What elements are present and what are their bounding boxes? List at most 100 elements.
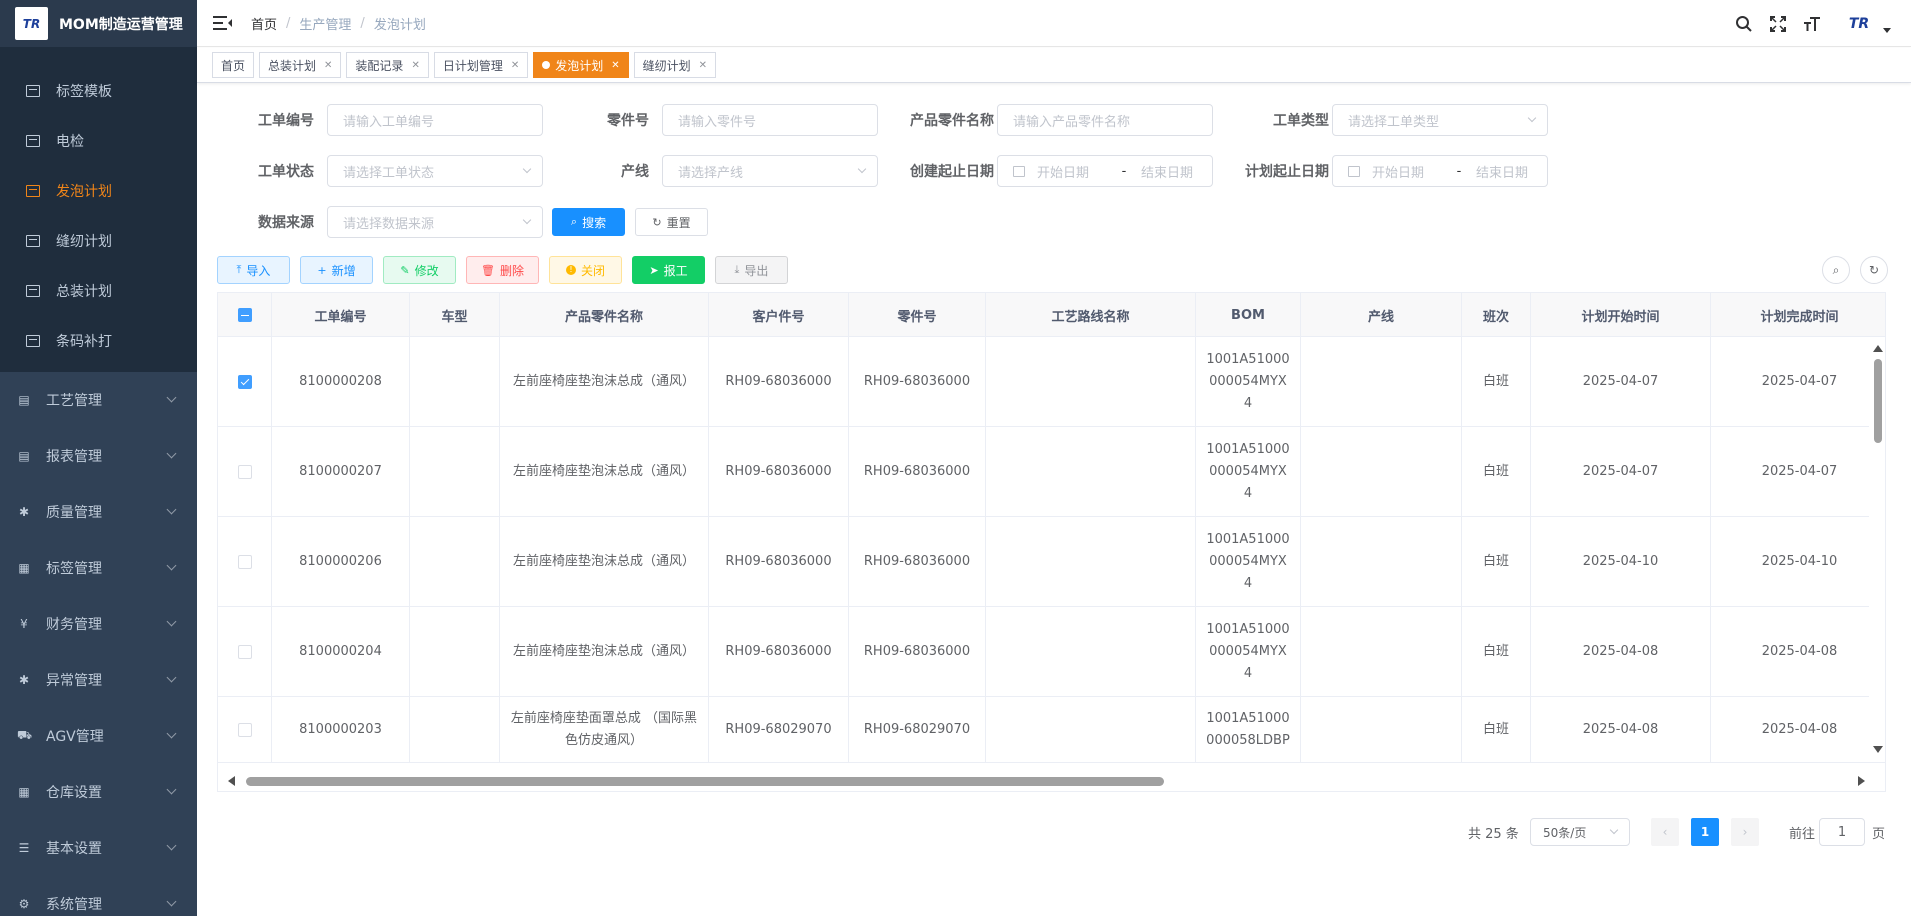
column-header[interactable]: 班次 bbox=[1462, 293, 1531, 337]
toggle-search-icon[interactable]: ⌕ bbox=[1822, 256, 1850, 284]
delete-button[interactable]: 🗑 删除 bbox=[466, 256, 539, 284]
part-name-input[interactable]: 请输入产品零件名称 bbox=[997, 104, 1213, 136]
order-status-select[interactable]: 请选择工单状态 bbox=[327, 155, 543, 187]
add-button[interactable]: + 新增 bbox=[300, 256, 373, 284]
close-icon[interactable]: ✕ bbox=[324, 60, 332, 71]
table-row[interactable]: 8100000208 左前座椅座垫泡沫总成（通风） RH09-68036000 RH0… bbox=[218, 337, 1885, 427]
menu-item[interactable]: ▦ 仓库设置 bbox=[0, 764, 197, 820]
page-number-1[interactable]: 1 bbox=[1691, 818, 1719, 846]
cell-text: 白班 bbox=[1482, 463, 1509, 479]
caret-down-icon[interactable] bbox=[1883, 28, 1891, 33]
submenu-item[interactable]: 标签模板 bbox=[0, 66, 197, 116]
goto-page-input[interactable]: 1 bbox=[1819, 818, 1865, 846]
submenu-item[interactable]: 发泡计划 bbox=[0, 166, 197, 216]
close-icon[interactable]: ✕ bbox=[611, 60, 619, 71]
row-checkbox[interactable] bbox=[237, 722, 252, 737]
cell-part-name: 左前座椅座垫泡沫总成（通风） bbox=[500, 607, 709, 696]
column-header[interactable]: 工艺路线名称 bbox=[986, 293, 1196, 337]
tab[interactable]: 装配记录 ✕ bbox=[346, 52, 429, 78]
app-title: MOM制造运营管理 bbox=[59, 16, 183, 33]
scroll-up-icon[interactable] bbox=[1873, 345, 1883, 352]
close-icon[interactable]: ✕ bbox=[699, 60, 707, 71]
column-header[interactable]: 零件号 bbox=[849, 293, 986, 337]
menu-item[interactable]: ▤ 工艺管理 bbox=[0, 372, 197, 428]
row-checkbox[interactable] bbox=[237, 374, 252, 389]
plan-date-range[interactable]: 开始日期 - 结束日期 bbox=[1332, 155, 1548, 187]
column-header[interactable]: BOM bbox=[1196, 293, 1301, 337]
plan-start-date[interactable]: 开始日期 bbox=[1372, 162, 1450, 181]
submenu-item[interactable]: 条码补打 bbox=[0, 316, 197, 366]
select-all-checkbox[interactable] bbox=[237, 308, 252, 322]
close-icon[interactable]: ✕ bbox=[511, 60, 519, 71]
column-header[interactable]: 车型 bbox=[410, 293, 500, 337]
cell-line bbox=[1301, 337, 1462, 426]
vertical-scrollbar[interactable] bbox=[1869, 337, 1885, 757]
column-header[interactable]: 计划完成时间 bbox=[1711, 293, 1885, 337]
order-type-select[interactable]: 请选择工单类型 bbox=[1332, 104, 1548, 136]
scroll-left-icon[interactable] bbox=[228, 776, 235, 786]
scroll-thumb[interactable] bbox=[246, 777, 1164, 786]
prev-page-button[interactable]: ‹ bbox=[1651, 818, 1679, 846]
order-no-input[interactable]: 请输入工单编号 bbox=[327, 104, 543, 136]
menu-item[interactable]: ▦ 标签管理 bbox=[0, 540, 197, 596]
export-button[interactable]: ⤓ 导出 bbox=[715, 256, 788, 284]
source-select[interactable]: 请选择数据来源 bbox=[327, 206, 543, 238]
tab[interactable]: 首页 bbox=[212, 52, 255, 78]
menu-toggle-icon[interactable] bbox=[213, 16, 232, 30]
row-checkbox[interactable] bbox=[237, 464, 252, 479]
row-checkbox[interactable] bbox=[237, 644, 252, 659]
avatar[interactable]: TR bbox=[1839, 9, 1879, 39]
search-button[interactable]: ⌕ 搜索 bbox=[552, 208, 625, 236]
table-row[interactable]: 8100000207 左前座椅座垫泡沫总成（通风） RH09-68036000 RH0… bbox=[218, 427, 1885, 517]
menu-item[interactable]: ¥ 财务管理 bbox=[0, 596, 197, 652]
table-row[interactable]: 8100000203 左前座椅座垫面罩总成 （国际黑色仿皮通风） RH09-6802… bbox=[218, 697, 1885, 763]
create-end-date[interactable]: 结束日期 bbox=[1141, 162, 1193, 181]
main-content: 工单编号 请输入工单编号 零件号 请输入零件号 产品零件名称 请输入产品零件名称… bbox=[197, 84, 1911, 916]
breadcrumb-home[interactable]: 首页 bbox=[251, 14, 277, 33]
edit-button[interactable]: ✎ 修改 bbox=[383, 256, 456, 284]
next-page-button[interactable]: › bbox=[1731, 818, 1759, 846]
plan-end-date[interactable]: 结束日期 bbox=[1476, 162, 1528, 181]
column-header[interactable]: 计划开始时间 bbox=[1531, 293, 1711, 337]
create-start-date[interactable]: 开始日期 bbox=[1037, 162, 1115, 181]
column-header[interactable]: 产线 bbox=[1301, 293, 1462, 337]
table-row[interactable]: 8100000206 左前座椅座垫泡沫总成（通风） RH09-68036000 RH0… bbox=[218, 517, 1885, 607]
scroll-thumb[interactable] bbox=[1874, 359, 1882, 443]
tab-label: 总装计划 bbox=[268, 58, 317, 73]
column-header[interactable]: 工单编号 bbox=[272, 293, 410, 337]
tab[interactable]: 总装计划 ✕ bbox=[259, 52, 342, 78]
page-size-select[interactable]: 50条/页 bbox=[1530, 818, 1630, 846]
tab[interactable]: 日计划管理 ✕ bbox=[433, 52, 529, 78]
table-row[interactable]: 8100000204 左前座椅座垫泡沫总成（通风） RH09-68036000 RH0… bbox=[218, 607, 1885, 697]
menu-item[interactable]: ✱ 质量管理 bbox=[0, 484, 197, 540]
submenu-item[interactable]: 缝纫计划 bbox=[0, 216, 197, 266]
column-header[interactable]: 客户件号 bbox=[709, 293, 849, 337]
import-button[interactable]: ⤒ 导入 bbox=[217, 256, 290, 284]
refresh-icon[interactable]: ↻ bbox=[1860, 256, 1888, 284]
font-size-icon[interactable] bbox=[1801, 13, 1823, 35]
fullscreen-icon[interactable] bbox=[1767, 13, 1789, 35]
menu-item[interactable]: ☰ 基本设置 bbox=[0, 820, 197, 876]
report-button[interactable]: ➤ 报工 bbox=[632, 256, 705, 284]
search-icon[interactable] bbox=[1733, 13, 1755, 35]
menu-item[interactable]: ▤ 报表管理 bbox=[0, 428, 197, 484]
menu-item[interactable]: ⛟ AGV管理 bbox=[0, 708, 197, 764]
close-button[interactable]: ! 关闭 bbox=[549, 256, 622, 284]
tab[interactable]: 发泡计划 ✕ bbox=[533, 52, 629, 78]
scroll-right-icon[interactable] bbox=[1858, 776, 1865, 786]
reset-button[interactable]: ↻ 重置 bbox=[635, 208, 708, 236]
line-select[interactable]: 请选择产线 bbox=[662, 155, 878, 187]
row-checkbox[interactable] bbox=[237, 554, 252, 569]
horizontal-scrollbar[interactable] bbox=[218, 771, 1885, 791]
submenu-item[interactable]: 总装计划 bbox=[0, 266, 197, 316]
menu-item[interactable]: ✱ 异常管理 bbox=[0, 652, 197, 708]
part-no-input[interactable]: 请输入零件号 bbox=[662, 104, 878, 136]
tab[interactable]: 缝纫计划 ✕ bbox=[633, 52, 717, 78]
create-date-range[interactable]: 开始日期 - 结束日期 bbox=[997, 155, 1213, 187]
submenu-item[interactable]: 电检 bbox=[0, 116, 197, 166]
send-icon: ➤ bbox=[649, 263, 659, 277]
menu-item[interactable]: ⚙ 系统管理 bbox=[0, 876, 197, 916]
scroll-down-icon[interactable] bbox=[1873, 746, 1883, 753]
column-header[interactable]: 产品零件名称 bbox=[500, 293, 709, 337]
close-icon[interactable]: ✕ bbox=[411, 60, 419, 71]
